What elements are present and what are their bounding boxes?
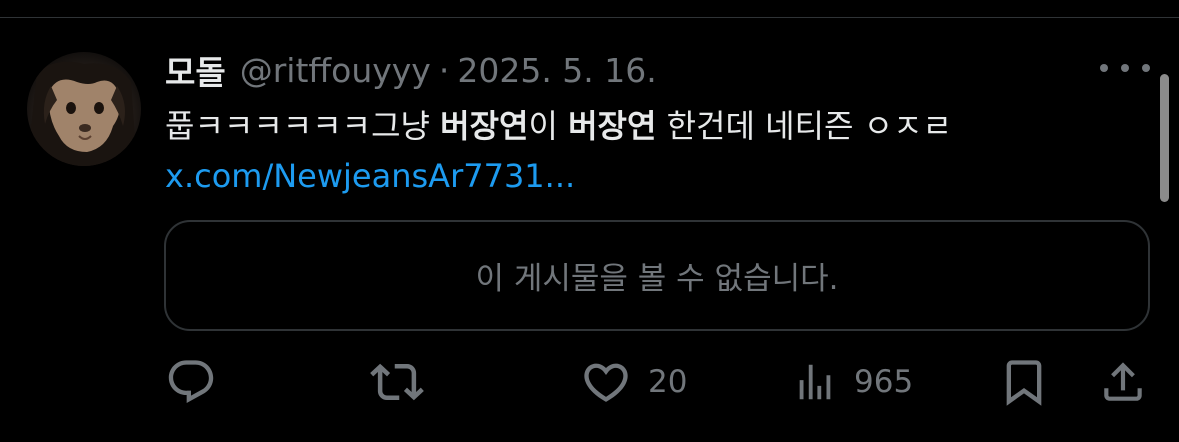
tweet-text-bold: 버장연 [440, 107, 529, 145]
share-icon [1104, 362, 1142, 401]
more-dot [1121, 64, 1129, 72]
quote-card[interactable]: 이 게시물을 볼 수 없습니다. [164, 220, 1150, 331]
action-bar: 20 965 [0, 355, 1179, 409]
top-divider [0, 17, 1179, 18]
views-icon [799, 364, 831, 400]
tweet-date[interactable]: 2025. 5. 16. [457, 51, 656, 90]
header-separator: · [438, 50, 450, 90]
tweet-link[interactable]: x.com/NewjeansAr7731... [165, 152, 575, 200]
quote-unavailable-text: 이 게시물을 볼 수 없습니다. [475, 261, 839, 297]
dog-avatar-image [27, 61, 137, 166]
tweet-text-part: 한건데 네티즌 ㅇㅈㄹ [656, 107, 952, 145]
avatar[interactable] [27, 52, 141, 166]
more-dot [1100, 64, 1108, 72]
more-options-icon[interactable] [1100, 56, 1150, 80]
more-dot [1142, 64, 1150, 72]
tweet-text: 풉ㅋㅋㅋㅋㅋㅋ그냥 버장연이 버장연 한건데 네티즌 ㅇㅈㄹ [165, 100, 1125, 152]
views-count: 965 [854, 364, 914, 400]
scrollbar[interactable] [1160, 74, 1169, 202]
tweet-header: 모돌 @ritffouyyy · 2025. 5. 16. [165, 46, 657, 94]
like-button[interactable]: 20 [580, 355, 687, 409]
tweet-text-part: 이 [528, 107, 569, 145]
share-button[interactable] [1098, 355, 1148, 409]
retweet-icon [370, 363, 424, 401]
tweet-text-part: 풉ㅋㅋㅋㅋㅋㅋ그냥 [165, 107, 441, 145]
retweet-button[interactable] [370, 355, 440, 409]
display-name[interactable]: 모돌 [165, 46, 226, 94]
reply-icon [168, 360, 214, 404]
reply-button[interactable] [165, 355, 233, 409]
bookmark-icon [1006, 360, 1042, 406]
bookmark-button[interactable] [998, 355, 1050, 409]
user-handle[interactable]: @ritffouyyy [240, 51, 431, 90]
like-count: 20 [648, 364, 688, 400]
heart-icon [584, 363, 628, 402]
tweet-text-bold: 버장연 [568, 107, 657, 145]
views-button[interactable]: 965 [792, 355, 913, 409]
